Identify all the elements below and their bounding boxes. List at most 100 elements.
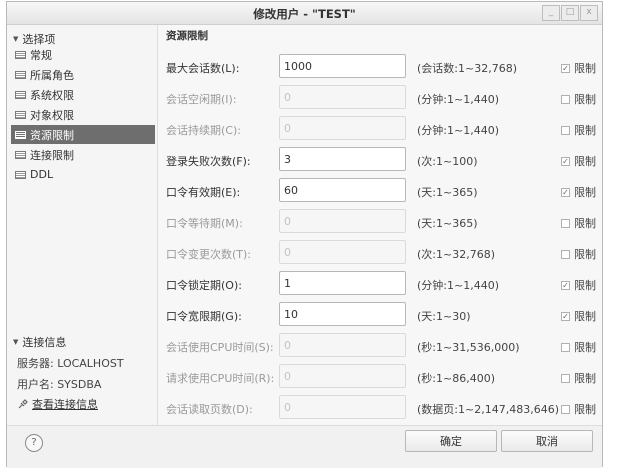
sidebar-item[interactable]: 资源限制	[11, 125, 155, 144]
limit-row: 口令有效期(E): 60 (天:1~365) ✓ 限制	[158, 178, 602, 204]
limit-input: 0	[279, 85, 406, 109]
limit-checkbox-label: 限制	[574, 217, 596, 230]
limit-checkbox[interactable]: ✓ 限制	[561, 184, 596, 200]
limit-checkbox[interactable]: 限制	[561, 215, 596, 231]
limit-row: 会话持续期(C): 0 (分钟:1~1,440) 限制	[158, 116, 602, 142]
empty-checkbox-icon[interactable]	[561, 249, 570, 259]
limit-checkbox[interactable]: 限制	[561, 401, 596, 417]
limit-row: 会话空闲期(I): 0 (分钟:1~1,440) 限制	[158, 85, 602, 111]
list-icon	[15, 170, 26, 179]
limit-label: 最大会话数(L):	[166, 62, 240, 75]
checkmark-icon[interactable]: ✓	[561, 280, 570, 290]
dialog-footer: ? 确定 取消	[7, 425, 602, 468]
list-icon	[15, 150, 26, 159]
limit-label: 登录失败次数(F):	[166, 155, 251, 168]
limit-checkbox[interactable]: ✓ 限制	[561, 60, 596, 76]
view-connection-link[interactable]: 查看连接信息	[17, 396, 98, 412]
limit-row: 登录失败次数(F): 3 (次:1~100) ✓ 限制	[158, 147, 602, 173]
maximize-button[interactable]: □	[561, 5, 579, 21]
limit-checkbox-label: 限制	[574, 372, 596, 385]
limit-range-hint: (次:1~100)	[417, 155, 478, 168]
limit-checkbox-label: 限制	[574, 279, 596, 292]
limit-input: 0	[279, 240, 406, 264]
limit-range-hint: (分钟:1~1,440)	[417, 124, 499, 137]
sidebar-item[interactable]: 所属角色	[11, 65, 155, 84]
empty-checkbox-icon[interactable]	[561, 342, 570, 352]
sidebar-item[interactable]: 对象权限	[11, 105, 155, 124]
limit-label: 会话使用CPU时间(S):	[166, 341, 274, 354]
checkmark-icon[interactable]: ✓	[561, 63, 570, 73]
limit-range-hint: (秒:1~31,536,000)	[417, 341, 520, 354]
limit-checkbox[interactable]: 限制	[561, 246, 596, 262]
panel-title: 资源限制	[166, 30, 208, 42]
limit-row: 会话使用CPU时间(S): 0 (秒:1~31,536,000) 限制	[158, 333, 602, 359]
limit-checkbox-label: 限制	[574, 310, 596, 323]
limit-range-hint: (秒:1~86,400)	[417, 372, 495, 385]
cancel-button[interactable]: 取消	[501, 430, 593, 452]
limit-label: 会话读取页数(D):	[166, 403, 253, 416]
limit-checkbox-label: 限制	[574, 62, 596, 75]
sidebar-item-label: 所属角色	[30, 68, 74, 82]
limit-checkbox[interactable]: 限制	[561, 91, 596, 107]
list-icon	[15, 50, 26, 59]
limit-range-hint: (分钟:1~1,440)	[417, 279, 499, 292]
connection-section-header[interactable]: ▼ 连接信息	[13, 334, 66, 350]
sidebar-item-label: DDL	[30, 168, 54, 181]
limit-range-hint: (天:1~30)	[417, 310, 471, 323]
limit-input[interactable]: 1	[279, 271, 406, 295]
limit-checkbox[interactable]: 限制	[561, 370, 596, 386]
checkmark-icon[interactable]: ✓	[561, 311, 570, 321]
limit-input[interactable]: 1000	[279, 54, 406, 78]
limit-row: 口令变更次数(T): 0 (次:1~32,768) 限制	[158, 240, 602, 266]
limit-input: 0	[279, 209, 406, 233]
empty-checkbox-icon[interactable]	[561, 125, 570, 135]
minimize-button[interactable]: _	[542, 5, 560, 21]
limit-checkbox[interactable]: 限制	[561, 122, 596, 138]
limit-label: 请求使用CPU时间(R):	[166, 372, 275, 385]
limit-input: 0	[279, 333, 406, 357]
connection-section-title: 连接信息	[22, 336, 67, 349]
limit-checkbox[interactable]: 限制	[561, 339, 596, 355]
list-icon	[15, 70, 26, 79]
sidebar-item[interactable]: 常规	[11, 45, 155, 64]
empty-checkbox-icon[interactable]	[561, 404, 570, 414]
collapse-triangle-icon[interactable]: ▼	[13, 35, 18, 43]
limit-input[interactable]: 3	[279, 147, 406, 171]
limit-checkbox-label: 限制	[574, 155, 596, 168]
empty-checkbox-icon[interactable]	[561, 218, 570, 228]
sidebar-item[interactable]: 系统权限	[11, 85, 155, 104]
limit-checkbox[interactable]: ✓ 限制	[561, 308, 596, 324]
checkmark-icon[interactable]: ✓	[561, 187, 570, 197]
limit-input[interactable]: 10	[279, 302, 406, 326]
limit-range-hint: (会话数:1~32,768)	[417, 62, 517, 75]
limit-checkbox[interactable]: ✓ 限制	[561, 153, 596, 169]
checkmark-icon[interactable]: ✓	[561, 156, 570, 166]
sidebar-item-label: 资源限制	[30, 128, 74, 142]
limit-checkbox-label: 限制	[574, 403, 596, 416]
limit-checkbox-label: 限制	[574, 93, 596, 106]
limit-label: 口令锁定期(O):	[166, 279, 242, 292]
limit-checkbox[interactable]: ✓ 限制	[561, 277, 596, 293]
view-connection-label: 查看连接信息	[32, 398, 98, 411]
empty-checkbox-icon[interactable]	[561, 94, 570, 104]
ok-button[interactable]: 确定	[405, 430, 497, 452]
window-controls: _ □ x	[541, 5, 598, 21]
limit-range-hint: (数据页:1~2,147,483,646)	[417, 403, 559, 416]
list-icon	[15, 90, 26, 99]
limit-label: 会话持续期(C):	[166, 124, 241, 137]
limit-row: 口令等待期(M): 0 (天:1~365) 限制	[158, 209, 602, 235]
sidebar-item[interactable]: 连接限制	[11, 145, 155, 164]
collapse-triangle-icon[interactable]: ▼	[13, 338, 18, 346]
close-button[interactable]: x	[580, 5, 598, 21]
limit-checkbox-label: 限制	[574, 186, 596, 199]
help-icon[interactable]: ?	[25, 434, 43, 452]
title-bar[interactable]: 修改用户 - "TEST" _ □ x	[7, 2, 602, 25]
sidebar-item[interactable]: DDL	[11, 165, 155, 184]
empty-checkbox-icon[interactable]	[561, 373, 570, 383]
sidebar: ▼ 选择项 常规 所属角色 系统权限 对象权限 资源限制 连接限制 DDL ▼ 连接信息 服…	[7, 25, 158, 425]
limit-range-hint: (分钟:1~1,440)	[417, 93, 499, 106]
dialog-window: 修改用户 - "TEST" _ □ x ▼ 选择项 常规 所属角色 系统权限 对象权限…	[6, 1, 603, 468]
limit-input[interactable]: 60	[279, 178, 406, 202]
sidebar-item-label: 系统权限	[30, 88, 74, 102]
limit-input: 0	[279, 395, 406, 419]
